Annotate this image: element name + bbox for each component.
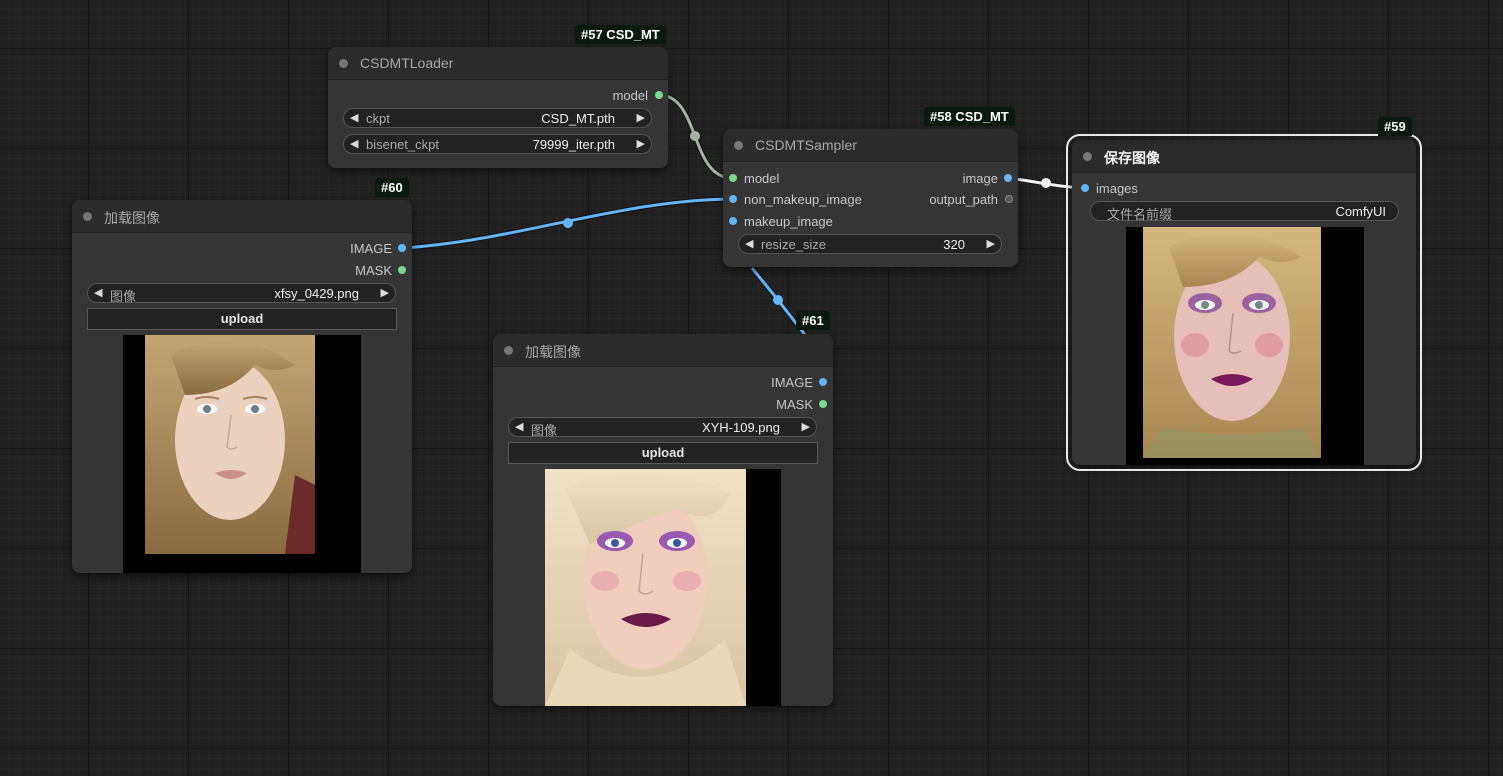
image-combo[interactable]: ◀ 图像 xfsy_0429.png ▶ [87, 283, 396, 304]
output-image-label: image [962, 171, 998, 186]
node-title-bar[interactable]: 保存图像 [1072, 140, 1416, 173]
output-image-label: IMAGE [350, 241, 392, 256]
output-mask-slot[interactable] [819, 400, 827, 408]
collapse-dot-icon[interactable] [734, 141, 743, 150]
output-mask-slot[interactable] [398, 266, 406, 274]
widget-value: xfsy_0429.png [274, 286, 359, 301]
node-title-bar[interactable]: CSDMTSampler [723, 129, 1018, 162]
output-mask-label: MASK [355, 263, 392, 278]
widget-value: 79999_iter.pth [532, 137, 615, 152]
node-title-bar[interactable]: CSDMTLoader [328, 47, 668, 80]
link-makeup-center [773, 295, 783, 305]
input-images-slot[interactable] [1081, 184, 1089, 192]
bisenet-ckpt-combo[interactable]: ◀ bisenet_ckpt 79999_iter.pth ▶ [343, 134, 652, 154]
widget-name: bisenet_ckpt [366, 137, 439, 152]
collapse-dot-icon[interactable] [504, 346, 513, 355]
portrait-photo [545, 469, 746, 706]
input-images-label: images [1096, 181, 1138, 196]
link-non-makeup-center [563, 218, 573, 228]
right-triangle-icon[interactable]: ▶ [381, 286, 389, 299]
input-model-label: model [744, 171, 780, 186]
image-preview [123, 335, 361, 573]
node-title: 加载图像 [104, 210, 160, 226]
node-title: CSDMTSampler [755, 137, 857, 153]
output-model-label: model [612, 88, 648, 103]
input-makeup-slot[interactable] [729, 217, 737, 225]
resize-size-stepper[interactable]: ◀ resize_size 320 ▶ [738, 234, 1002, 254]
node-id-badge: #57 CSD_MT [575, 25, 666, 44]
output-image-preview [1126, 227, 1364, 465]
link-image-save-center [1041, 178, 1051, 188]
widget-name: ckpt [366, 111, 390, 126]
output-path-slot[interactable] [1005, 195, 1013, 203]
output-image-label: IMAGE [771, 375, 813, 390]
upload-button[interactable]: upload [87, 308, 397, 330]
collapse-dot-icon[interactable] [83, 212, 92, 221]
link-non-makeup [402, 196, 733, 251]
widget-name: 文件名前缀 [1107, 207, 1173, 222]
input-non-makeup-label: non_makeup_image [744, 192, 862, 207]
image-preview [545, 469, 781, 706]
save-image-node[interactable]: 保存图像 images 文件名前缀 ComfyUI [1066, 134, 1422, 471]
output-image-slot[interactable] [398, 244, 406, 252]
right-triangle-icon[interactable]: ▶ [637, 111, 645, 124]
node-title-bar[interactable]: 加载图像 [72, 200, 412, 233]
node-title: 保存图像 [1104, 150, 1160, 166]
input-makeup-label: makeup_image [744, 214, 833, 229]
node-id-badge: #58 CSD_MT [924, 107, 1015, 126]
left-triangle-icon[interactable]: ◀ [350, 111, 358, 124]
csdmt-loader-node[interactable]: CSDMTLoader model ◀ ckpt CSD_MT.pth ▶ ◀ … [328, 47, 668, 168]
right-triangle-icon[interactable]: ▶ [637, 137, 645, 150]
output-image-slot[interactable] [819, 378, 827, 386]
widget-value: CSD_MT.pth [541, 111, 615, 126]
right-triangle-icon[interactable]: ▶ [987, 237, 995, 250]
load-image-node-61[interactable]: 加载图像 IMAGE MASK ◀ 图像 XYH-109.png ▶ uploa… [493, 334, 833, 706]
collapse-dot-icon[interactable] [339, 59, 348, 68]
collapse-dot-icon[interactable] [1083, 152, 1092, 161]
ckpt-combo[interactable]: ◀ ckpt CSD_MT.pth ▶ [343, 108, 652, 128]
filename-prefix-field[interactable]: 文件名前缀 ComfyUI [1090, 201, 1399, 222]
widget-value: ComfyUI [1335, 204, 1386, 219]
widget-name: 图像 [531, 423, 558, 438]
node-id-badge: #59 [1378, 117, 1412, 136]
input-model-slot[interactable] [729, 174, 737, 182]
link-model-center [690, 131, 700, 141]
widget-value: XYH-109.png [701, 420, 780, 435]
portrait-photo [145, 335, 315, 554]
widget-name: resize_size [761, 237, 827, 252]
right-triangle-icon[interactable]: ▶ [802, 420, 810, 433]
upload-button[interactable]: upload [508, 442, 818, 464]
left-triangle-icon[interactable]: ◀ [94, 286, 102, 299]
image-combo[interactable]: ◀ 图像 XYH-109.png ▶ [508, 417, 817, 438]
widget-name: 图像 [110, 289, 137, 304]
csdmt-sampler-node[interactable]: CSDMTSampler model non_makeup_image make… [723, 129, 1018, 267]
output-mask-label: MASK [776, 397, 813, 412]
widget-value: 320 [943, 237, 965, 252]
left-triangle-icon[interactable]: ◀ [515, 420, 523, 433]
node-title: 加载图像 [525, 344, 581, 360]
left-triangle-icon[interactable]: ◀ [350, 137, 358, 150]
node-id-badge: #60 [375, 178, 409, 197]
link-model [658, 92, 733, 181]
portrait-photo [1143, 227, 1321, 458]
input-non-makeup-slot[interactable] [729, 195, 737, 203]
node-id-badge: #61 [796, 311, 830, 330]
node-title: CSDMTLoader [360, 55, 454, 71]
load-image-node-60[interactable]: 加载图像 IMAGE MASK ◀ 图像 xfsy_0429.png ▶ upl… [72, 200, 412, 573]
output-path-label: output_path [929, 192, 998, 207]
left-triangle-icon[interactable]: ◀ [745, 237, 753, 250]
output-image-slot[interactable] [1004, 174, 1012, 182]
output-model-slot[interactable] [655, 91, 663, 99]
node-title-bar[interactable]: 加载图像 [493, 334, 833, 367]
